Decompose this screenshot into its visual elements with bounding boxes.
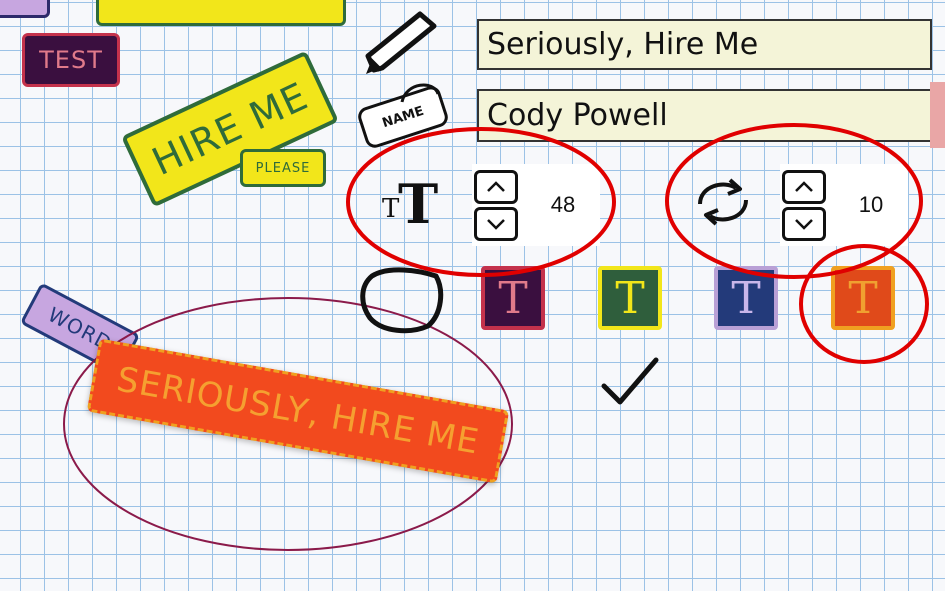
swatch-green-yellow-letter: T <box>615 272 645 324</box>
author-name-value: Cody Powell <box>487 98 668 133</box>
rotate-icon <box>698 178 748 226</box>
chevron-down-icon <box>487 218 505 230</box>
name-tag-loop <box>400 83 440 103</box>
chevron-up-icon <box>795 180 813 192</box>
rotation-value: 10 <box>858 192 884 217</box>
font-size-increase-button[interactable] <box>474 169 518 204</box>
chevron-down-icon <box>795 218 813 230</box>
swatch-plum-letter: T <box>498 272 528 324</box>
font-size-large-glyph: T <box>398 172 439 236</box>
font-size-value: 48 <box>550 192 576 217</box>
font-size-small-glyph: T <box>382 194 400 224</box>
blob-shape-icon[interactable] <box>358 262 448 336</box>
font-size-stepper[interactable]: 48 <box>472 164 600 246</box>
swatch-orange[interactable]: T <box>831 266 895 330</box>
swatch-navy-lavender[interactable]: T <box>714 266 778 330</box>
swatch-green-yellow[interactable]: T <box>598 266 662 330</box>
pencil-icon[interactable] <box>362 8 442 80</box>
swatch-plum[interactable]: T <box>481 266 545 330</box>
rotation-stepper[interactable]: 10 <box>780 164 908 246</box>
rotation-decrease-button[interactable] <box>782 206 826 241</box>
swatch-navy-lavender-letter: T <box>731 272 761 324</box>
rotation-increase-button[interactable] <box>782 169 826 204</box>
sticker-text-value: Seriously, Hire Me <box>487 27 759 62</box>
font-size-icon: T T <box>380 170 444 236</box>
checkmark-icon[interactable] <box>600 356 660 408</box>
chevron-up-icon <box>487 180 505 192</box>
partial-red-element <box>930 82 945 148</box>
author-name-field[interactable]: Cody Powell <box>477 89 932 142</box>
sticker-text-field[interactable]: Seriously, Hire Me <box>477 19 932 70</box>
swatch-orange-letter: T <box>848 272 878 324</box>
font-size-decrease-button[interactable] <box>474 206 518 241</box>
